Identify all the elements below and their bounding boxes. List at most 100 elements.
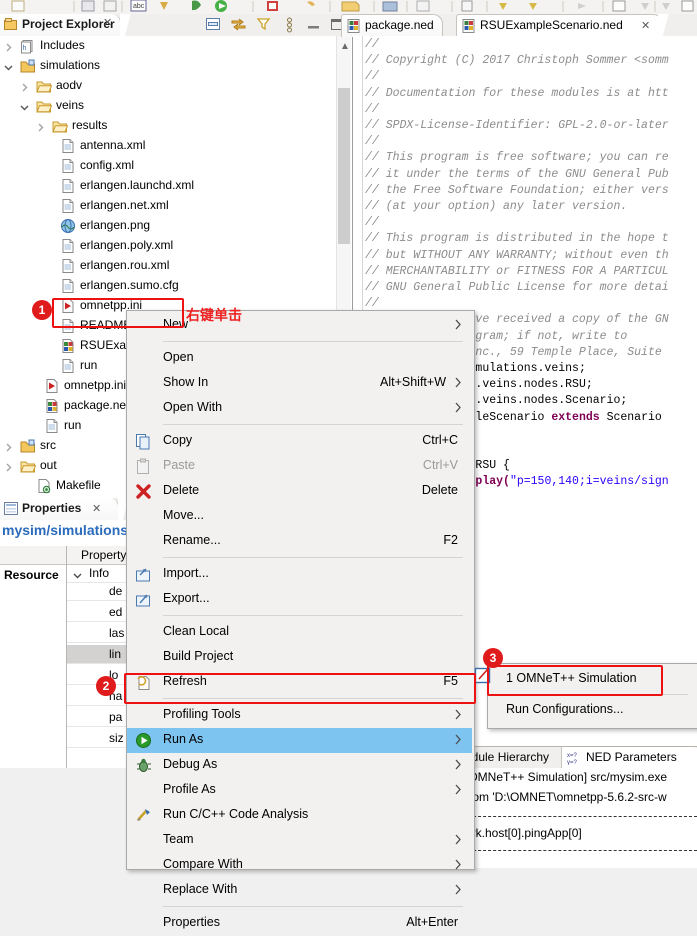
tab-properties[interactable]: Properties ✕ [0,498,119,520]
xml-file-icon [62,159,74,173]
menu-item-build-project[interactable]: Build Project [127,645,472,670]
main-toolbar: abc [0,0,697,15]
chevron-right-icon [454,759,462,773]
console-divider [463,850,697,851]
console-line: from 'D:\OMNET\omnetpp-5.6.2-src-w [465,790,667,804]
menu-item-move[interactable]: Move... [127,504,472,529]
project-explorer-tabstrip: Project Explorer ✕ [0,14,352,37]
menu-item-debug-as[interactable]: Debug As [127,753,472,778]
tree-item-erlangen-png[interactable]: erlangen.png [0,216,352,236]
svg-text:y=?: y=? [567,760,578,765]
close-icon[interactable]: ✕ [641,19,650,32]
tree-item-label: omnetpp.ini [64,378,127,392]
delete-x-icon [135,483,152,500]
scroll-up-icon[interactable]: ▲ [340,41,350,52]
tab-ned-parameters[interactable]: x=? y=? NED Parameters [561,747,697,769]
chevron-right-icon[interactable] [20,81,29,92]
tree-item-veins[interactable]: veins [0,96,352,116]
folder-icon [36,81,52,93]
tree-item-simulations[interactable]: simulations [0,56,352,76]
menu-item-label: Build Project [163,649,234,663]
tree-item-includes[interactable]: h Includes [0,36,352,56]
chevron-down-icon[interactable] [20,101,29,111]
menu-item-run-c/c++-code-analysis[interactable]: Run C/C++ Code Analysis [127,803,472,828]
editor-line: // [365,70,379,84]
tree-item-aodv[interactable]: aodv [0,76,352,96]
chevron-right-icon [454,377,462,391]
tree-item-label: erlangen.sumo.cfg [80,278,179,292]
chevron-right-icon[interactable] [4,461,13,472]
link-with-editor-icon[interactable] [230,16,247,33]
chevron-down-icon[interactable] [4,61,13,71]
menu-item-clean-local[interactable]: Clean Local [127,620,472,645]
tree-item-erlangen-poly-xml[interactable]: erlangen.poly.xml [0,236,352,256]
menu-item-paste[interactable]: Paste Ctrl+V [127,454,472,479]
view-menu-icon[interactable] [281,16,298,33]
tab-package-ned[interactable]: package.ned [341,14,443,37]
menu-item-replace-with[interactable]: Replace With [127,878,472,903]
menu-item-delete[interactable]: Delete Delete [127,479,472,504]
console-output[interactable]: [OMNeT++ Simulation] src/mysim.exe from … [463,768,697,868]
annotation-badge-2: 2 [96,676,116,696]
chevron-down-icon[interactable] [73,569,82,583]
makefile-icon [38,479,51,494]
properties-key: pa [109,710,123,724]
menu-item-open[interactable]: Open [127,346,472,371]
tree-item-label: Makefile [56,478,101,492]
menu-item-profiling-tools[interactable]: Profiling Tools [127,703,472,728]
editor-tabstrip: package.ned RSUExampleScenario.ned ✕ [341,14,697,37]
includes-icon: h [21,40,33,54]
xml-file-icon [62,239,74,253]
menu-separator [163,615,463,616]
tree-item-erlangen-rou-xml[interactable]: erlangen.rou.xml [0,256,352,276]
tree-item-label: antenna.xml [80,138,146,152]
editor-line: // [365,135,379,149]
chevron-right-icon[interactable] [4,41,13,52]
menu-item-team[interactable]: Team [127,828,472,853]
menu-item-run-as[interactable]: Run As [127,728,472,753]
collapse-all-icon[interactable] [205,16,222,33]
menu-item-copy[interactable]: Copy Ctrl+C [127,429,472,454]
menu-item-open-with[interactable]: Open With [127,396,472,421]
tab-rsuexamplescenario-ned[interactable]: RSUExampleScenario.ned ✕ [456,14,663,37]
properties-resource-label[interactable]: Resource [4,568,59,582]
tree-item-label: erlangen.png [80,218,151,232]
menu-item-profile-as[interactable]: Profile As [127,778,472,803]
svg-text:h: h [23,45,27,52]
context-menu[interactable]: New Open Show In Alt+Shift+W Open With Copy Ct… [126,310,475,929]
menu-separator [163,906,463,907]
menu-item-label: Team [163,832,194,846]
chevron-right-icon[interactable] [36,121,45,132]
editor-line: // the Free Software Foundation; either … [365,183,669,197]
close-icon[interactable]: ✕ [103,18,114,29]
tree-item-results[interactable]: results [0,116,352,136]
menu-item-show-in[interactable]: Show In Alt+Shift+W [127,371,472,396]
menu-item-label: Open With [163,400,223,414]
image-file-icon [61,219,75,233]
menu-item-compare-with[interactable]: Compare With [127,853,472,878]
minimize-icon[interactable] [305,16,322,33]
tree-item-config-xml[interactable]: config.xml [0,156,352,176]
tree-item-erlangen-net-xml[interactable]: erlangen.net.xml [0,196,352,216]
menu-item-import[interactable]: Import... [127,562,472,587]
close-icon[interactable]: ✕ [92,502,101,515]
menu-item-rename[interactable]: Rename... F2 [127,529,472,554]
menu-item-label: Properties [163,915,220,929]
tree-item-label: erlangen.rou.xml [80,258,170,272]
view-filter-icon[interactable] [255,16,272,33]
scrollbar-thumb[interactable] [338,88,350,244]
tree-item-erlangen-sumo-cfg[interactable]: erlangen.sumo.cfg [0,276,352,296]
chevron-right-icon[interactable] [4,441,13,452]
source-folder-icon [20,59,35,73]
menu-item-properties[interactable]: Properties Alt+Enter [127,911,472,936]
tree-item-erlangen-launchd-xml[interactable]: erlangen.launchd.xml [0,176,352,196]
tree-item-antenna-xml[interactable]: antenna.xml [0,136,352,156]
xml-file-icon [62,259,74,273]
menu-item-export[interactable]: Export... [127,587,472,612]
submenu-item-run-configurations[interactable]: Run Configurations... [488,697,696,724]
tab-curve [658,14,674,36]
code-analysis-icon [135,807,152,824]
properties-key: lin [109,647,122,661]
tab-project-explorer[interactable]: Project Explorer ✕ [0,14,121,36]
chevron-right-icon [454,784,462,798]
